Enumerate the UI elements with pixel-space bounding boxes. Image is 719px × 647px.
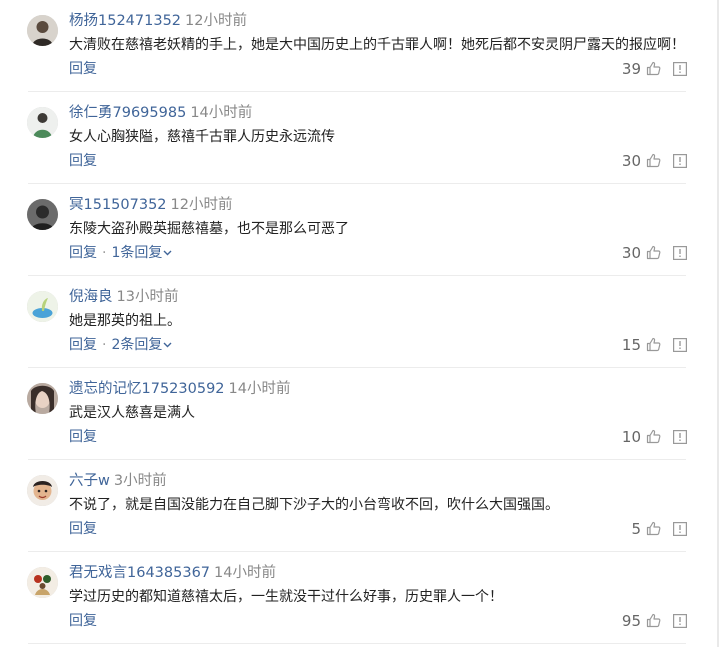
comment-text: 武是汉人慈喜是满人 <box>69 405 195 421</box>
replies-count: 1条回复 <box>111 245 163 261</box>
like-count: 10 <box>621 428 641 446</box>
comment-actions: 回复 · 1条回复 <box>69 243 172 263</box>
like-count: 15 <box>621 336 641 354</box>
comment-item: 冥151507352 12小时前 东陵大盗孙殿英掘慈禧墓，也不是那么可恶了 回复 ·… <box>0 184 719 276</box>
user-avatar-icon[interactable] <box>27 475 58 506</box>
reply-button[interactable]: 回复 <box>69 153 97 169</box>
separator-dot: · <box>102 245 107 261</box>
comment-item: 六子w 3小时前 不说了，就是自国没能力在自己脚下沙子大的小台弯收不回，吹什么大国… <box>0 460 719 552</box>
comment-actions: 回复 <box>69 151 97 171</box>
username[interactable]: 君无戏言164385367 <box>69 565 210 581</box>
comment-actions: 回复 <box>69 519 97 539</box>
comment-meta: 倪海良 13小时前 <box>69 287 178 307</box>
timestamp: 12小时前 <box>185 13 247 29</box>
timestamp: 14小时前 <box>190 105 253 121</box>
report-icon[interactable] <box>673 338 687 352</box>
reply-button[interactable]: 回复 <box>69 61 97 77</box>
view-replies-button[interactable]: 1条回复 <box>111 245 172 261</box>
like-count: 30 <box>621 152 641 170</box>
reply-button[interactable]: 回复 <box>69 521 97 537</box>
separator-dot: · <box>102 337 107 353</box>
username[interactable]: 遗忘的记忆175230592 <box>69 381 225 397</box>
user-avatar-icon[interactable] <box>27 567 58 598</box>
report-icon[interactable] <box>673 154 687 168</box>
reply-button[interactable]: 回复 <box>69 429 97 445</box>
like-count: 30 <box>621 244 641 262</box>
timestamp: 14小时前 <box>214 565 276 581</box>
username[interactable]: 冥151507352 <box>69 197 167 213</box>
username[interactable]: 徐仁勇79695985 <box>69 105 186 121</box>
report-icon[interactable] <box>673 246 687 260</box>
comment-item: 遗忘的记忆175230592 14小时前 武是汉人慈喜是满人 回复 10 <box>0 368 719 460</box>
view-replies-button[interactable]: 2条回复 <box>111 337 172 353</box>
comment-meta: 遗忘的记忆175230592 14小时前 <box>69 379 290 399</box>
comment-item: 倪海良 13小时前 她是那英的祖上。 回复 · 2条回复 15 <box>0 276 719 368</box>
comment-text: 东陵大盗孙殿英掘慈禧墓，也不是那么可恶了 <box>69 221 349 237</box>
user-avatar-icon[interactable] <box>27 291 58 322</box>
timestamp: 14小时前 <box>228 381 291 397</box>
divider <box>28 643 686 644</box>
comment-item: 君无戏言164385367 14小时前 学过历史的都知道慈禧太后，一生就没干过什么… <box>0 552 719 644</box>
like-count: 95 <box>621 612 641 630</box>
comment-text: 不说了，就是自国没能力在自己脚下沙子大的小台弯收不回，吹什么大国强国。 <box>69 497 559 513</box>
comment-actions: 回复 <box>69 427 97 447</box>
comment-meta: 徐仁勇79695985 14小时前 <box>69 103 252 123</box>
comment-actions: 回复 · 2条回复 <box>69 335 172 355</box>
comment-item: 徐仁勇79695985 14小时前 女人心胸狭隘，慈禧千古罪人历史永远流传 回复 … <box>0 92 719 184</box>
timestamp: 13小时前 <box>116 289 179 305</box>
comment-meta: 君无戏言164385367 14小时前 <box>69 563 276 583</box>
user-avatar-icon[interactable] <box>27 15 58 46</box>
reply-button[interactable]: 回复 <box>69 245 97 261</box>
reply-button[interactable]: 回复 <box>69 337 97 353</box>
like-count: 5 <box>631 520 641 538</box>
thumbs-up-icon[interactable] <box>646 245 661 260</box>
comment-meta: 杨扬152471352 12小时前 <box>69 11 247 31</box>
like-count: 39 <box>621 60 641 78</box>
report-icon[interactable] <box>673 614 687 628</box>
comment-text: 学过历史的都知道慈禧太后，一生就没干过什么好事，历史罪人一个！ <box>69 589 503 605</box>
comment-text: 她是那英的祖上。 <box>69 313 181 329</box>
report-icon[interactable] <box>673 62 687 76</box>
report-icon[interactable] <box>673 522 687 536</box>
comment-meta: 六子w 3小时前 <box>69 471 167 491</box>
replies-count: 2条回复 <box>111 337 163 353</box>
comment-text: 大清败在慈禧老妖精的手上，她是大中国历史上的千古罪人啊！她死后都不安灵阴尸露天的… <box>69 37 685 53</box>
comment-actions: 回复 <box>69 59 97 79</box>
timestamp: 3小时前 <box>113 473 167 489</box>
thumbs-up-icon[interactable] <box>646 521 661 536</box>
username[interactable]: 杨扬152471352 <box>69 13 181 29</box>
chevron-down-icon <box>163 342 172 348</box>
username[interactable]: 六子w <box>69 473 110 489</box>
thumbs-up-icon[interactable] <box>646 337 661 352</box>
user-avatar-icon[interactable] <box>27 199 58 230</box>
thumbs-up-icon[interactable] <box>646 429 661 444</box>
comment-list: 杨扬152471352 12小时前 大清败在慈禧老妖精的手上，她是大中国历史上的千… <box>0 0 719 644</box>
chevron-down-icon <box>163 250 172 256</box>
timestamp: 12小时前 <box>170 197 233 213</box>
thumbs-up-icon[interactable] <box>646 153 661 168</box>
report-icon[interactable] <box>673 430 687 444</box>
thumbs-up-icon[interactable] <box>646 613 661 628</box>
comment-actions: 回复 <box>69 611 97 631</box>
user-avatar-icon[interactable] <box>27 383 58 414</box>
username[interactable]: 倪海良 <box>69 289 113 305</box>
comment-meta: 冥151507352 12小时前 <box>69 195 232 215</box>
comment-item: 杨扬152471352 12小时前 大清败在慈禧老妖精的手上，她是大中国历史上的千… <box>0 0 719 92</box>
comment-text: 女人心胸狭隘，慈禧千古罪人历史永远流传 <box>69 129 335 145</box>
user-avatar-icon[interactable] <box>27 107 58 138</box>
reply-button[interactable]: 回复 <box>69 613 97 629</box>
thumbs-up-icon[interactable] <box>646 61 661 76</box>
